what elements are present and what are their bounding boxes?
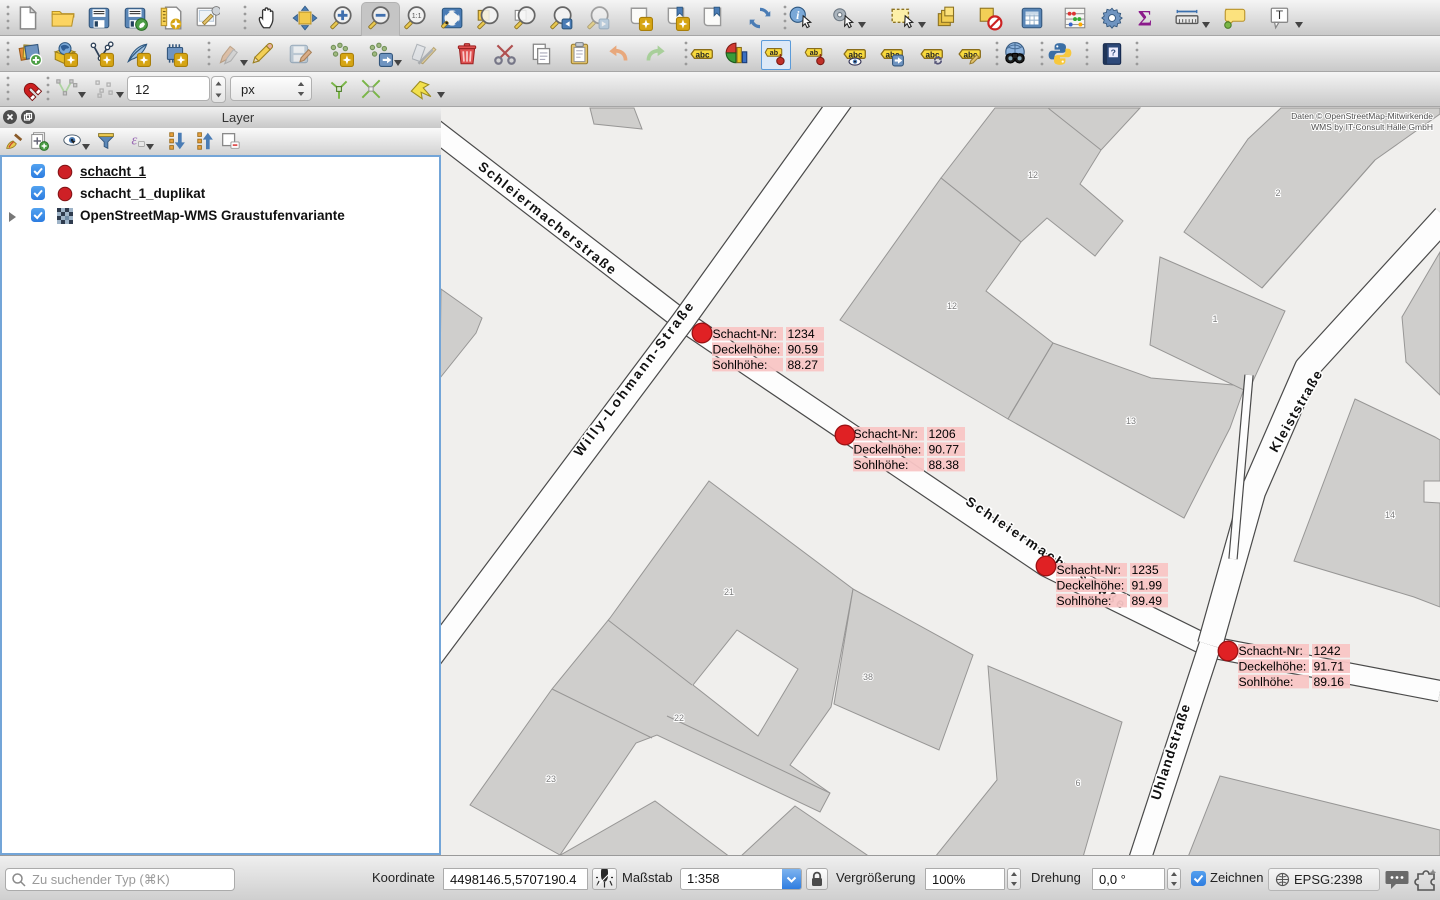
- svg-text:88.27: 88.27: [788, 358, 819, 372]
- svg-text:91.99: 91.99: [1132, 578, 1163, 592]
- svg-text:91.71: 91.71: [1314, 659, 1345, 673]
- svg-text:14: 14: [1385, 510, 1395, 520]
- svg-text:Sohlhöhe:: Sohlhöhe:: [854, 458, 909, 472]
- svg-text:2: 2: [1275, 188, 1280, 198]
- svg-text:12: 12: [1028, 170, 1038, 180]
- svg-text:Daten © OpenStreetMap-Mitwirke: Daten © OpenStreetMap-Mitwirkende: [1291, 111, 1433, 121]
- svg-text:1234: 1234: [788, 327, 815, 341]
- svg-text:1206: 1206: [929, 427, 956, 441]
- svg-text:Deckelhöhe:: Deckelhöhe:: [854, 442, 922, 456]
- svg-text:Σ: Σ: [1138, 7, 1152, 31]
- svg-text:Sohlhöhe:: Sohlhöhe:: [713, 358, 768, 372]
- svg-text:12: 12: [947, 301, 957, 311]
- svg-text:Schacht-Nr:: Schacht-Nr:: [1057, 563, 1121, 577]
- svg-text:?: ?: [1111, 48, 1116, 58]
- svg-text:Schacht-Nr:: Schacht-Nr:: [1239, 644, 1303, 658]
- svg-text:89.49: 89.49: [1132, 594, 1163, 608]
- svg-text:13: 13: [1126, 416, 1136, 426]
- svg-text:WMS by IT-Consult Halle GmbH: WMS by IT-Consult Halle GmbH: [1311, 122, 1433, 132]
- svg-text:1: 1: [1212, 314, 1217, 324]
- svg-text:T: T: [1276, 8, 1283, 22]
- svg-text:38: 38: [863, 672, 873, 682]
- svg-text:90.59: 90.59: [788, 342, 819, 356]
- svg-text:22: 22: [674, 713, 684, 723]
- svg-text:Schacht-Nr:: Schacht-Nr:: [854, 427, 918, 441]
- svg-text:Deckelhöhe:: Deckelhöhe:: [713, 342, 781, 356]
- svg-text:88.38: 88.38: [929, 458, 960, 472]
- svg-text:ab: ab: [770, 50, 778, 57]
- svg-text:1242: 1242: [1314, 644, 1341, 658]
- svg-text:21: 21: [724, 587, 734, 597]
- svg-text:1235: 1235: [1132, 563, 1159, 577]
- svg-text:23: 23: [546, 774, 556, 784]
- svg-text:Deckelhöhe:: Deckelhöhe:: [1057, 578, 1125, 592]
- svg-text:1:1: 1:1: [412, 13, 422, 20]
- svg-text:6: 6: [1075, 778, 1080, 788]
- svg-text:90.77: 90.77: [929, 442, 960, 456]
- svg-text:Sohlhöhe:: Sohlhöhe:: [1239, 675, 1294, 689]
- svg-text:89.16: 89.16: [1314, 675, 1345, 689]
- svg-text:ε: ε: [131, 133, 137, 149]
- svg-text:Sohlhöhe:: Sohlhöhe:: [1057, 594, 1112, 608]
- svg-text:ab: ab: [810, 50, 818, 57]
- svg-text:Schacht-Nr:: Schacht-Nr:: [713, 327, 777, 341]
- svg-text:Deckelhöhe:: Deckelhöhe:: [1239, 659, 1307, 673]
- svg-text:abc: abc: [696, 50, 710, 59]
